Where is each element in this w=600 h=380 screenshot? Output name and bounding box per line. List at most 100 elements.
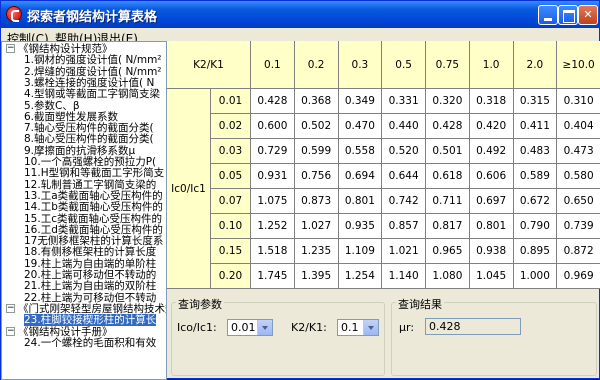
table-cell: 0.801 xyxy=(469,214,514,239)
tree-item[interactable]: 9.摩擦面的抗滑移系数μ xyxy=(24,145,135,157)
column-header: 0.2 xyxy=(294,41,339,89)
table-cell: 0.935 xyxy=(338,214,383,239)
chevron-down-icon[interactable] xyxy=(363,320,378,335)
k-ratio-label: K2/K1: xyxy=(291,321,327,334)
title-bar[interactable]: 探索者钢结构计算表格 xyxy=(1,1,599,28)
row-header: 0.15 xyxy=(211,239,251,264)
table-cell: 0.694 xyxy=(338,164,383,189)
table-cell: 0.931 xyxy=(251,164,295,189)
query-group: 查询参数 xyxy=(171,296,385,376)
table-cell: 0.470 xyxy=(338,114,383,139)
table-cell: 0.711 xyxy=(426,189,470,214)
table-cell: 0.473 xyxy=(557,139,600,164)
main-window: 探索者钢结构计算表格 控制(C) 帮助(H) 退出(E) −《钢结构设计规范》1… xyxy=(0,0,600,380)
tree-item[interactable]: 22.柱上端为可移动但不转动 xyxy=(24,292,156,304)
minimize-button[interactable] xyxy=(538,5,558,25)
data-grid[interactable]: K2/K1 0.1 0.2 0.3 0.5 0.75 1.0 2.0 ≥10.0 Ic0/Ic1 0… xyxy=(167,41,600,289)
table-cell: 0.644 xyxy=(382,164,426,189)
table-cell: 0.483 xyxy=(513,139,558,164)
table-cell: 1.109 xyxy=(338,239,383,264)
tree-item[interactable]: 19.柱上端为自由端的单阶柱 xyxy=(24,258,156,270)
k-ratio-value: 0.1 xyxy=(341,321,359,334)
table-cell: 0.599 xyxy=(294,139,339,164)
table-cell: 1.000 xyxy=(513,264,558,289)
table-cell: 0.502 xyxy=(294,114,339,139)
tree-folder[interactable]: 《钢结构设计手册》 xyxy=(18,326,113,338)
tree-item[interactable]: 8.轴心受压构件的截面分类( xyxy=(24,133,154,145)
table-cell: 0.558 xyxy=(338,139,383,164)
table-cell: 1.021 xyxy=(382,239,426,264)
table-cell: 0.873 xyxy=(294,189,339,214)
table-cell: 0.428 xyxy=(251,89,295,114)
maximize-button[interactable] xyxy=(558,5,578,25)
table-cell: 0.672 xyxy=(513,189,558,214)
tree-expander-icon[interactable]: − xyxy=(6,326,15,336)
table-cell: 0.501 xyxy=(426,139,470,164)
row-header: 0.10 xyxy=(211,214,251,239)
table-cell: 0.520 xyxy=(382,139,426,164)
column-header: 0.3 xyxy=(338,41,383,89)
tree-item[interactable]: 11.H型钢和等截面工字形简支 xyxy=(24,167,164,179)
table-cell: 0.428 xyxy=(426,114,470,139)
table-cell: 0.606 xyxy=(469,164,514,189)
tree-item[interactable]: 2.焊缝的强度设计值( N/mm² xyxy=(24,66,162,78)
column-header: 0.75 xyxy=(426,41,470,89)
tree-item[interactable]: 1.钢材的强度设计值( N/mm² xyxy=(24,54,162,66)
table-cell: 1.027 xyxy=(294,214,339,239)
table-cell: 1.140 xyxy=(382,264,426,289)
table-cell: 0.315 xyxy=(513,89,558,114)
corner-header: K2/K1 xyxy=(167,41,251,89)
table-cell: 0.742 xyxy=(382,189,426,214)
table-cell: 0.318 xyxy=(469,89,514,114)
ic-ratio-label: Ico/Ic1: xyxy=(177,321,217,334)
table-cell: 0.697 xyxy=(469,189,514,214)
k-ratio-select[interactable]: 0.1 xyxy=(337,319,379,336)
table-cell: 1.252 xyxy=(251,214,295,239)
tree-item[interactable]: 23.柱脚铰接楔形柱的计算长 xyxy=(24,314,157,327)
tree-item[interactable]: 24.一个螺栓的毛面积和有效 xyxy=(24,337,156,349)
table-cell: 0.440 xyxy=(382,114,426,139)
table-cell: 1.518 xyxy=(251,239,295,264)
tree-item[interactable]: 12.轧制普通工字钢简支梁的 xyxy=(24,179,156,191)
query-group-label: 查询参数 xyxy=(176,296,224,312)
row-header: 0.05 xyxy=(211,164,251,189)
table-cell: 1.075 xyxy=(251,189,295,214)
row-header: 0.02 xyxy=(211,114,251,139)
tree-item[interactable]: 4.型钢或等截面工字钢简支梁 xyxy=(24,88,160,100)
tree-item[interactable]: 16.工d类截面轴心受压构件的 xyxy=(24,224,163,236)
chevron-down-icon[interactable] xyxy=(257,320,272,335)
close-button[interactable] xyxy=(578,5,598,25)
table-cell: 0.729 xyxy=(251,139,295,164)
tree-expander-icon[interactable]: − xyxy=(6,303,15,313)
tree-item[interactable]: 15.工c类截面轴心受压构件的 xyxy=(24,213,162,225)
table-tree[interactable]: − 《钢结构设计规范》 1.钢材的强度设计值( N/mm² 2.焊缝的强度设计值( N… xyxy=(1,41,167,380)
table-cell: 0.600 xyxy=(251,114,295,139)
row-header: 0.20 xyxy=(211,264,251,289)
ic-ratio-select[interactable]: 0.01 xyxy=(227,319,273,336)
column-header: 0.5 xyxy=(382,41,426,89)
table-cell: 0.331 xyxy=(382,89,426,114)
table-cell: 0.420 xyxy=(469,114,514,139)
table-cell: 0.589 xyxy=(513,164,558,189)
table-cell: 0.756 xyxy=(294,164,339,189)
tree-item[interactable]: 5.参数C、β xyxy=(24,100,80,112)
tree-expander-icon[interactable]: − xyxy=(6,44,15,53)
table-cell: 1.395 xyxy=(294,264,339,289)
table-cell: 0.872 xyxy=(557,239,600,264)
table-cell: 0.938 xyxy=(469,239,514,264)
window-title: 探索者钢结构计算表格 xyxy=(27,10,158,25)
row-group-header: Ic0/Ic1 xyxy=(167,89,211,289)
mu-result-value: 0.428 xyxy=(429,320,461,333)
table-cell: 0.857 xyxy=(382,214,426,239)
tree-item[interactable]: 6.截面塑性发展系数 xyxy=(24,111,118,123)
table-cell: 0.965 xyxy=(426,239,470,264)
column-header: ≥10.0 xyxy=(557,41,600,89)
table-cell: 0.368 xyxy=(294,89,339,114)
tree-item[interactable]: 21.柱上端为自由端的双阶柱 xyxy=(24,280,156,292)
table-cell: 0.411 xyxy=(513,114,558,139)
tree-item[interactable]: 18.有侧移框架柱的计算长度 xyxy=(24,246,156,258)
result-group-label: 查询结果 xyxy=(396,296,444,312)
tree-item[interactable]: 14.工b类截面轴心受压构件的 xyxy=(24,201,163,213)
table-cell: 0.349 xyxy=(338,89,383,114)
app-icon[interactable] xyxy=(6,6,22,22)
